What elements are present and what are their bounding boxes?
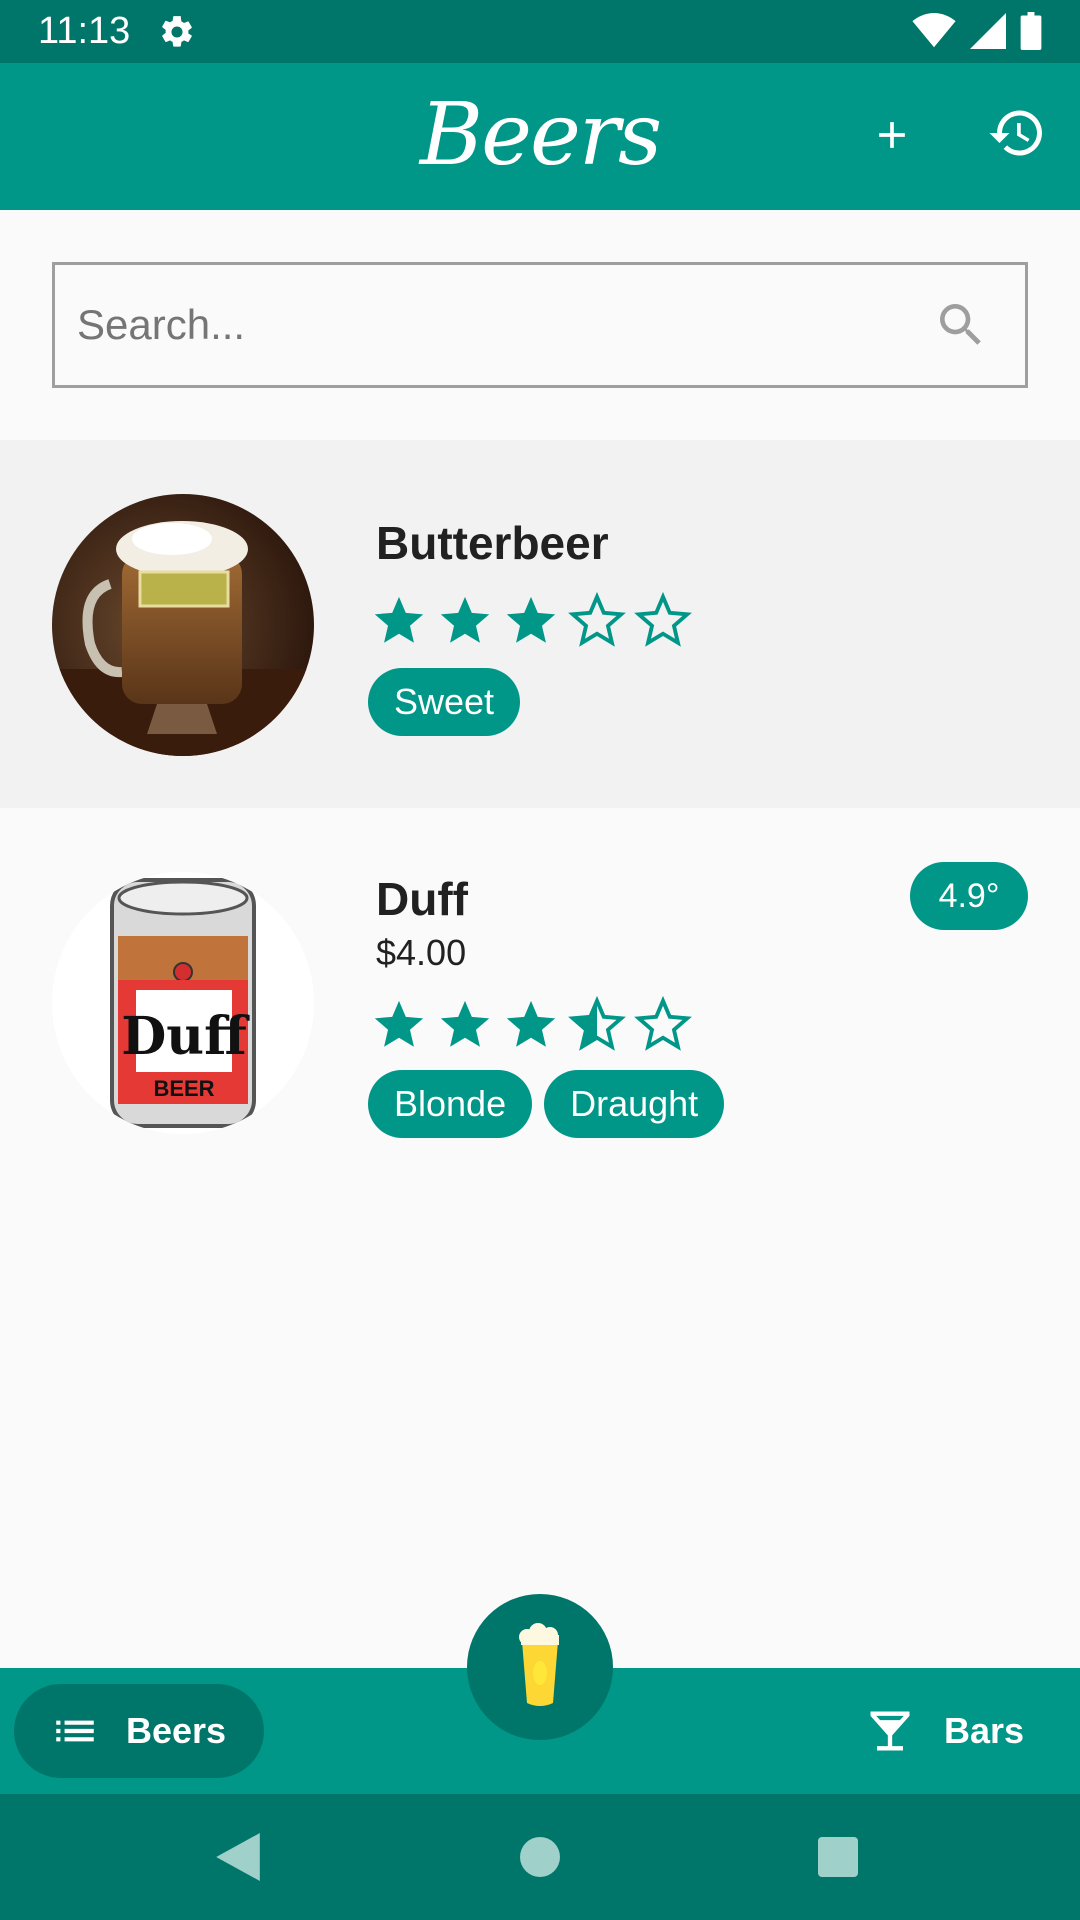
system-nav-bar xyxy=(0,1794,1080,1920)
star-outline-icon xyxy=(634,996,692,1051)
nav-beers-label: Beers xyxy=(126,1710,227,1751)
star-icon xyxy=(440,1000,490,1047)
abv-badge: 4.9° xyxy=(910,862,1028,930)
star-icon xyxy=(506,596,556,643)
settings-icon xyxy=(162,16,192,47)
add-button[interactable] xyxy=(860,103,924,167)
beer-image xyxy=(52,494,314,756)
star-half-icon xyxy=(568,996,626,1051)
wifi-icon xyxy=(912,13,956,48)
nav-beers-button[interactable]: Beers xyxy=(14,1684,264,1778)
add-icon xyxy=(879,122,905,148)
tag-chips: Sweet xyxy=(368,668,521,736)
svg-text:BEER: BEER xyxy=(153,1076,214,1101)
history-button[interactable] xyxy=(985,101,1049,165)
tag-chips: Blonde Draught xyxy=(368,1070,725,1138)
rating-stars xyxy=(370,996,692,1054)
nav-bars-button[interactable]: Bars xyxy=(864,1684,1064,1778)
signal-icon xyxy=(970,13,1006,49)
beer-price: $4.00 xyxy=(376,932,467,973)
status-time: 11:13 xyxy=(38,10,131,52)
rating-stars xyxy=(370,592,692,650)
tag-chip[interactable]: Sweet xyxy=(368,668,521,736)
search-icon[interactable] xyxy=(933,297,989,353)
star-icon xyxy=(374,1000,424,1047)
status-icons xyxy=(912,12,1042,50)
beer-glass-icon xyxy=(519,1623,559,1706)
beer-fab-button[interactable] xyxy=(467,1594,613,1740)
star-icon xyxy=(374,596,424,643)
search-box xyxy=(52,262,1028,388)
beer-name: Duff xyxy=(376,873,468,925)
back-icon xyxy=(216,1833,260,1881)
search-input[interactable] xyxy=(77,265,937,385)
back-button[interactable] xyxy=(205,1824,271,1890)
home-button[interactable] xyxy=(507,1824,573,1890)
battery-icon xyxy=(1020,12,1042,50)
recents-icon xyxy=(818,1837,858,1877)
app-bar: Beers xyxy=(0,63,1080,210)
nav-bars-label: Bars xyxy=(944,1710,1025,1751)
star-icon xyxy=(440,596,490,643)
status-bar: 11:13 xyxy=(0,0,1080,63)
beer-name: Butterbeer xyxy=(376,517,609,569)
recents-button[interactable] xyxy=(805,1824,871,1890)
history-icon xyxy=(989,110,1042,156)
list-icon xyxy=(56,1720,94,1742)
star-outline-icon xyxy=(568,592,626,647)
tag-chip[interactable]: Draught xyxy=(544,1070,725,1138)
star-outline-icon xyxy=(634,592,692,647)
beer-image: Duff BEER xyxy=(52,872,314,1134)
home-icon xyxy=(520,1837,560,1877)
tag-chip[interactable]: Blonde xyxy=(368,1070,533,1138)
svg-text:Duff: Duff xyxy=(121,1006,250,1067)
star-icon xyxy=(506,1000,556,1047)
beer-list-item[interactable]: Butterbeer Sweet xyxy=(0,440,1080,808)
beer-list-item[interactable]: Duff BEER Duff $4.00 4.9° Blonde Draught xyxy=(0,808,1080,1188)
cocktail-icon xyxy=(870,1711,910,1751)
